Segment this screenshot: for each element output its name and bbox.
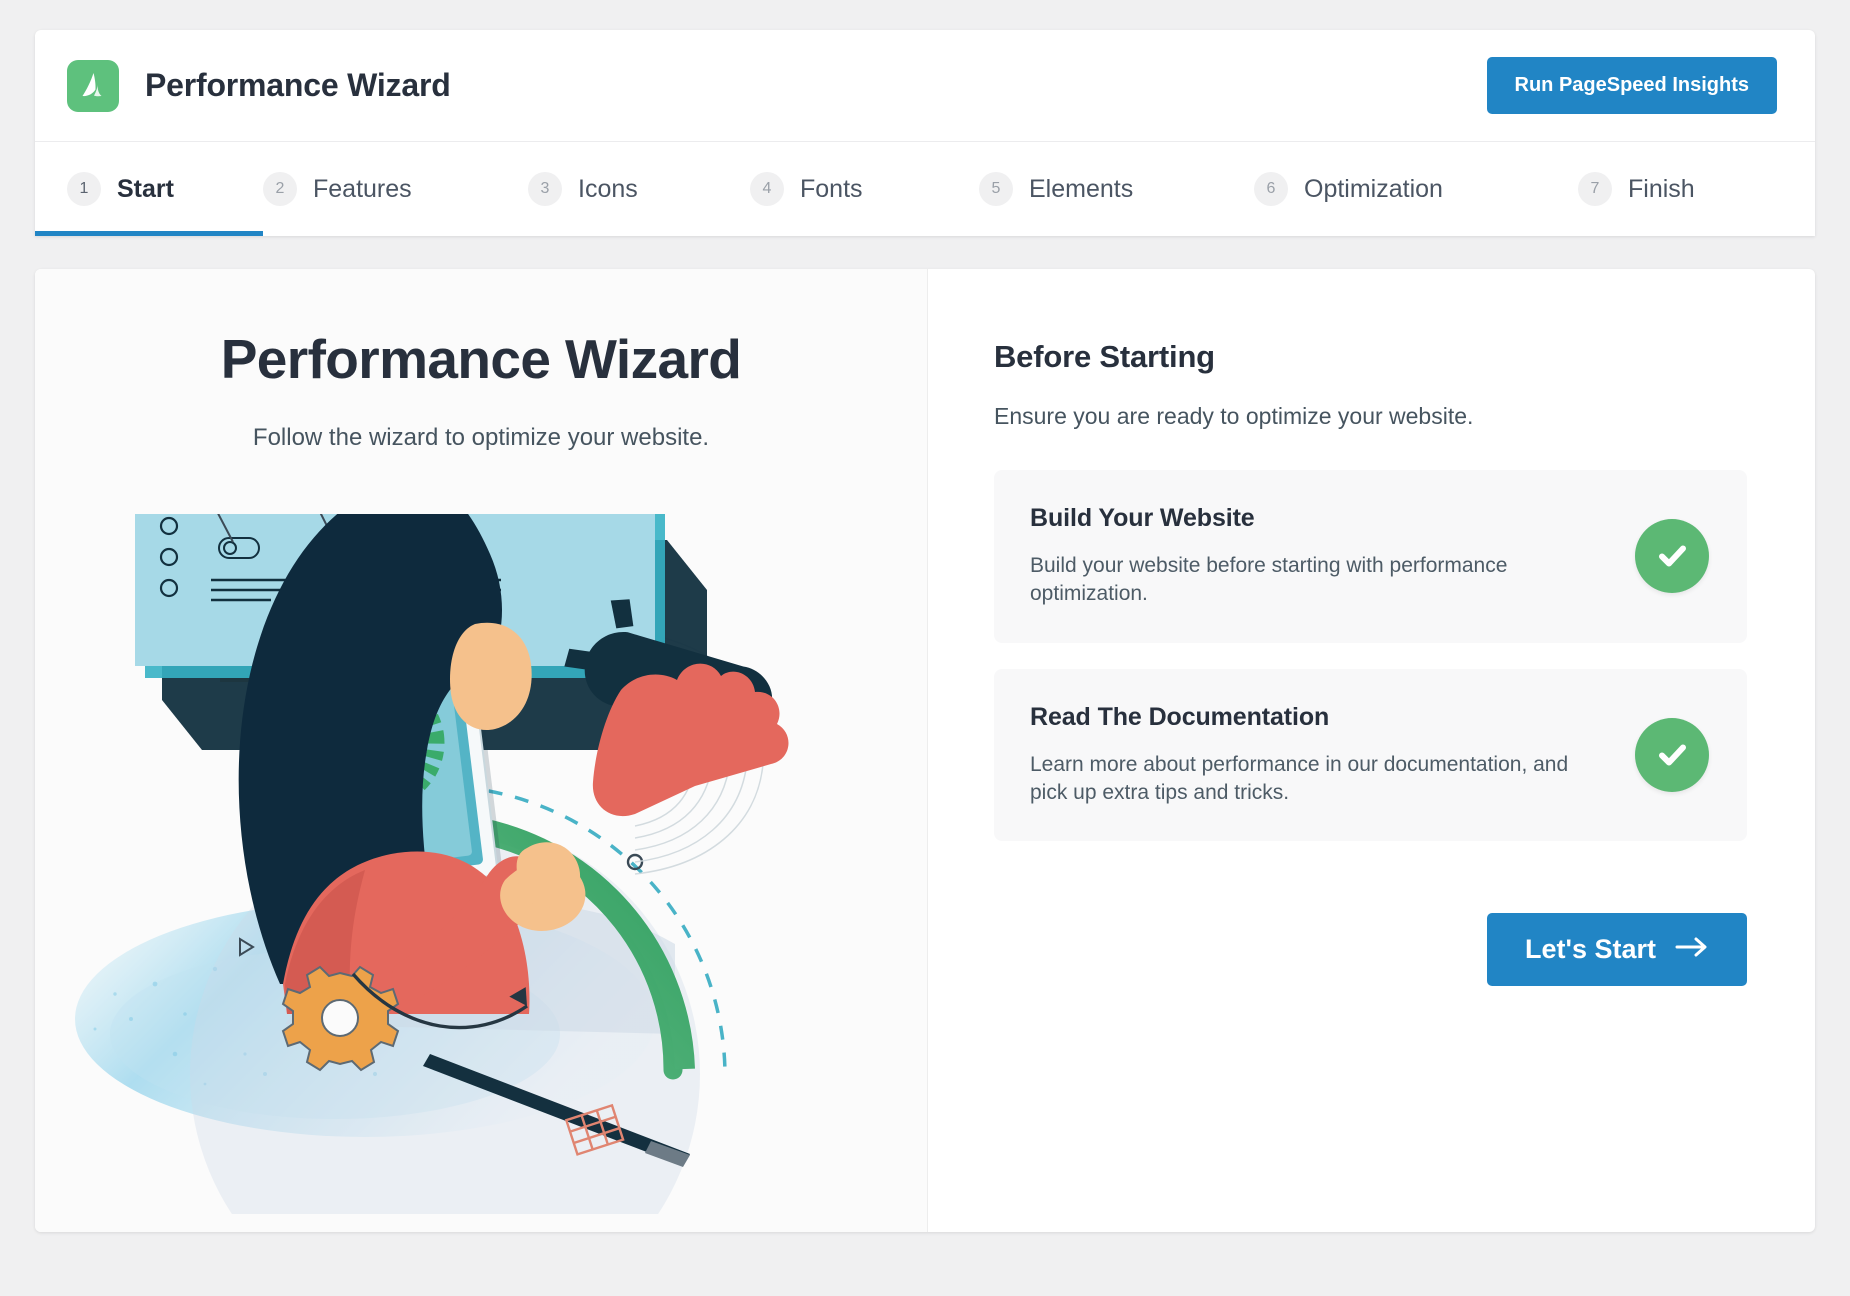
before-starting-subtitle: Ensure you are ready to optimize your we… <box>994 403 1474 429</box>
check-circle-icon <box>1635 718 1709 793</box>
before-starting-title: Before Starting <box>994 339 1215 374</box>
checklist-card-text: Build Your Website Build your website be… <box>1030 504 1615 609</box>
lets-start-label: Let's Start <box>1525 934 1656 965</box>
step-number: 2 <box>263 172 297 206</box>
checklist-card-text: Read The Documentation Learn more about … <box>1030 703 1615 808</box>
step-number: 6 <box>1254 172 1288 206</box>
start-button-row: Let's Start <box>994 913 1747 987</box>
lets-start-button[interactable]: Let's Start <box>1487 913 1747 987</box>
wizard-content-card: Performance Wizard Follow the wizard to … <box>35 269 1815 1232</box>
step-number: 7 <box>1578 172 1612 206</box>
step-label: Icons <box>578 174 638 203</box>
hero-subtitle: Follow the wizard to optimize your websi… <box>252 423 710 451</box>
wizard-step-features[interactable]: 2 Features <box>263 142 528 236</box>
step-number: 5 <box>979 172 1013 206</box>
hero-text: Performance Wizard Follow the wizard to … <box>35 269 927 452</box>
checklist-card-description: Learn more about performance in our docu… <box>1030 752 1569 805</box>
header-card: Performance Wizard Run PageSpeed Insight… <box>35 30 1815 236</box>
checklist-card-description: Build your website before starting with … <box>1030 554 1508 606</box>
step-label: Optimization <box>1304 174 1443 203</box>
step-label: Finish <box>1628 174 1695 203</box>
check-circle-icon <box>1635 519 1709 594</box>
wizard-step-elements[interactable]: 5 Elements <box>979 142 1254 236</box>
step-number: 3 <box>528 172 562 206</box>
arrow-right-icon <box>1675 934 1709 965</box>
woman-with-tablet-performance-illustration: 99 <box>35 514 927 1214</box>
wizard-page: Performance Wizard Run PageSpeed Insight… <box>0 0 1850 1296</box>
wizard-step-nav: 1 Start 2 Features 3 Icons 4 Fonts 5 Ele… <box>35 142 1815 236</box>
hero-title: Performance Wizard <box>220 328 742 390</box>
step-number: 1 <box>67 172 101 206</box>
step-label: Features <box>313 174 412 203</box>
wizard-step-icons[interactable]: 3 Icons <box>528 142 750 236</box>
checklist-card-title: Read The Documentation <box>1030 702 1330 731</box>
checklist-card-build-website: Build Your Website Build your website be… <box>994 470 1747 643</box>
astra-peak-logo-icon <box>67 59 119 112</box>
step-label: Fonts <box>800 174 863 203</box>
wizard-step-start[interactable]: 1 Start <box>35 142 263 236</box>
run-pagespeed-insights-button[interactable]: Run PageSpeed Insights <box>1486 57 1777 114</box>
step-label: Start <box>117 174 174 203</box>
step-number: 4 <box>750 172 784 206</box>
brand: Performance Wizard <box>67 59 451 112</box>
step-label: Elements <box>1029 174 1134 203</box>
before-starting-pane: Before Starting Ensure you are ready to … <box>928 269 1815 1232</box>
hero-pane: Performance Wizard Follow the wizard to … <box>35 269 928 1232</box>
wizard-step-finish[interactable]: 7 Finish <box>1578 142 1778 236</box>
checklist-card-title: Build Your Website <box>1030 504 1255 532</box>
active-step-underline <box>35 231 263 236</box>
page-title: Performance Wizard <box>145 67 451 103</box>
header-bar: Performance Wizard Run PageSpeed Insight… <box>35 30 1815 142</box>
checklist-card-read-documentation: Read The Documentation Learn more about … <box>994 668 1747 842</box>
wizard-step-fonts[interactable]: 4 Fonts <box>750 142 979 236</box>
wizard-step-optimization[interactable]: 6 Optimization <box>1254 142 1578 236</box>
